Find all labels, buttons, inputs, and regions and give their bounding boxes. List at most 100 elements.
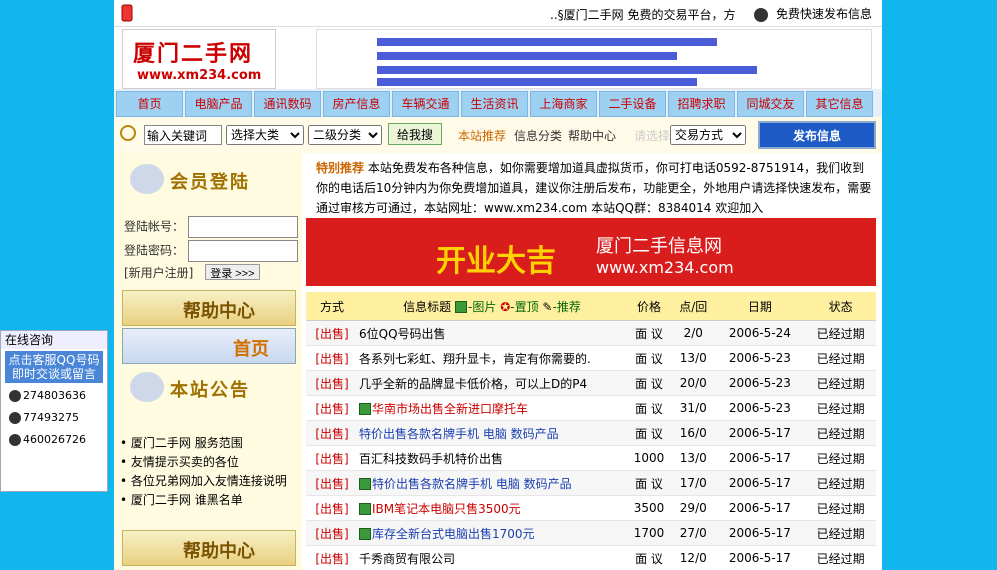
row-title-text: 华南市场出售全新进口摩托车 <box>372 401 529 416</box>
qq-link[interactable]: 77493275 <box>1 407 107 429</box>
table-row[interactable]: [出售] 几乎全新的品牌显卡低价格，可以上D的P4 面 议 20/0 2006-5-23… <box>306 370 876 396</box>
nav-life[interactable]: 生活资讯 <box>461 91 528 117</box>
account-input[interactable] <box>187 216 298 238</box>
row-status: 已经过期 <box>805 445 876 471</box>
row-title[interactable]: 华南市场出售全新进口摩托车 <box>358 395 626 421</box>
row-type-text: [出售] <box>315 401 349 416</box>
nav-shanghai[interactable]: 上海商家 <box>530 91 597 117</box>
qq-icon <box>9 434 21 446</box>
search-button[interactable]: 给我搜 <box>388 123 442 145</box>
notice-item[interactable]: • 各位兄弟网加入友情连接说明 <box>120 472 292 491</box>
table-row[interactable]: [出售] 千秀商贸有限公司 面 议 12/0 2006-5-17 已经过期 <box>306 545 876 570</box>
row-date-text: 2006-5-23 <box>728 401 791 415</box>
register-link[interactable]: [新用户注册] <box>124 266 193 280</box>
qq-icon <box>9 390 21 402</box>
link-categories[interactable]: 信息分类 <box>514 127 562 144</box>
help-center-banner-2[interactable]: 帮助中心 <box>122 530 296 566</box>
row-type-text: [出售] <box>315 351 349 366</box>
notice-item[interactable]: • 厦门二手网 服务范围 <box>120 434 292 453</box>
link-help[interactable]: 帮助中心 <box>568 127 616 144</box>
table-row[interactable]: [出售] IBM笔记本电脑只售3500元 3500 29/0 2006-5-17 已经过期 <box>306 495 876 521</box>
col-hits: 点/回 <box>672 292 715 321</box>
nav-jobs[interactable]: 招聘求职 <box>668 91 735 117</box>
row-status: 已经过期 <box>805 395 876 421</box>
row-hits-text: 12/0 <box>679 551 707 565</box>
row-price: 面 议 <box>626 420 673 446</box>
listing-table: 方式 信息标题 -图片 ✪-置顶 ✎-推荐 价格 点/回 日期 状态 [出售] 6… <box>306 292 876 570</box>
help-center-banner[interactable]: 帮助中心 <box>122 290 296 326</box>
keyword-input[interactable] <box>144 125 222 145</box>
row-date: 2006-5-17 <box>714 495 806 521</box>
recommend-legend-icon: ✎ <box>542 299 553 314</box>
picture-icon <box>359 403 371 415</box>
subcategory-select[interactable]: 二级分类 <box>308 125 382 145</box>
row-hits: 27/0 <box>672 520 715 546</box>
row-title[interactable]: 特价出售各款名牌手机 电脑 数码产品 <box>358 420 626 446</box>
row-type-text: [出售] <box>315 451 349 466</box>
row-price: 面 议 <box>626 545 673 570</box>
password-input[interactable] <box>187 240 298 262</box>
notice-item[interactable]: • 厦门二手网 谁黑名单 <box>120 491 292 510</box>
back-home-banner[interactable]: 首页 <box>122 328 296 364</box>
opening-banner[interactable]: 开业大吉 厦门二手信息网 www.xm234.com <box>306 218 876 286</box>
nav-other[interactable]: 其它信息 <box>806 91 873 117</box>
notice-item[interactable]: • 友情提示买卖的各位 <box>120 453 292 472</box>
table-row[interactable]: [出售] 各系列七彩虹、翔升显卡，肯定有你需要的. 面 议 13/0 2006-5-23… <box>306 345 876 371</box>
row-type-text: [出售] <box>315 376 349 391</box>
row-hits: 16/0 <box>672 420 715 446</box>
nav-dating[interactable]: 同城交友 <box>737 91 804 117</box>
row-hits: 2/0 <box>672 320 715 346</box>
nav-home[interactable]: 首页 <box>116 91 183 117</box>
table-row[interactable]: [出售] 6位QQ号码出售 面 议 2/0 2006-5-24 已经过期 <box>306 320 876 346</box>
row-type-text: [出售] <box>315 426 349 441</box>
nav-computers[interactable]: 电脑产品 <box>185 91 252 117</box>
main-content: 特别推荐 本站免费发布各种信息，如你需要增加道具虚拟货币，你可打电话0592-8… <box>306 152 882 570</box>
top-ad-banner[interactable] <box>316 29 872 89</box>
row-status: 已经过期 <box>805 545 876 570</box>
post-info-button[interactable]: 发布信息 <box>758 121 876 149</box>
row-title[interactable]: 千秀商贸有限公司 <box>358 545 626 570</box>
category-select[interactable]: 选择大类 <box>226 125 304 145</box>
member-login-title: 会员登陆 <box>120 158 290 198</box>
row-status: 已经过期 <box>805 370 876 396</box>
row-hits-text: 31/0 <box>679 401 707 415</box>
nav-equipment[interactable]: 二手设备 <box>599 91 666 117</box>
special-notice: 特别推荐 本站免费发布各种信息，如你需要增加道具虚拟货币，你可打电话0592-8… <box>316 161 872 215</box>
row-title[interactable]: 特价出售各款名牌手机 电脑 数码产品 <box>358 470 626 496</box>
register-row: [新用户注册] 登录 >>> <box>124 264 260 281</box>
row-price: 面 议 <box>626 345 673 371</box>
row-title[interactable]: 几乎全新的品牌显卡低价格，可以上D的P4 <box>358 370 626 396</box>
row-title[interactable]: IBM笔记本电脑只售3500元 <box>358 495 626 521</box>
nav-vehicles[interactable]: 车辆交通 <box>392 91 459 117</box>
trade-type-select[interactable]: 交易方式 <box>670 125 746 145</box>
row-type: [出售] <box>306 320 358 346</box>
quick-publish-link[interactable]: 免费快速发布信息 <box>754 5 872 22</box>
table-row[interactable]: [出售] 特价出售各款名牌手机 电脑 数码产品 面 议 16/0 2006-5-17 已经… <box>306 420 876 446</box>
table-row[interactable]: [出售] 百汇科技数码手机特价出售 1000 13/0 2006-5-17 已经过期 <box>306 445 876 471</box>
row-hits-text: 13/0 <box>679 351 707 365</box>
row-date-text: 2006-5-24 <box>728 326 791 340</box>
table-row[interactable]: [出售] 华南市场出售全新进口摩托车 面 议 31/0 2006-5-23 已经过期 <box>306 395 876 421</box>
nav-realestate[interactable]: 房产信息 <box>323 91 390 117</box>
row-title[interactable]: 库存全新台式电脑出售1700元 <box>358 520 626 546</box>
qq-link[interactable]: 274803636 <box>1 385 107 407</box>
row-type: [出售] <box>306 445 358 471</box>
link-recommend[interactable]: 本站推荐 <box>458 127 506 144</box>
row-title[interactable]: 各系列七彩虹、翔升显卡，肯定有你需要的. <box>358 345 626 371</box>
row-hits-text: 17/0 <box>679 476 707 490</box>
row-title[interactable]: 百汇科技数码手机特价出售 <box>358 445 626 471</box>
site-logo[interactable]: 厦门二手网 www.xm234.com <box>122 29 276 89</box>
row-type-text: [出售] <box>315 526 349 541</box>
table-row[interactable]: [出售] 特价出售各款名牌手机 电脑 数码产品 面 议 17/0 2006-5-17 已经… <box>306 470 876 496</box>
row-status-text: 已经过期 <box>816 376 865 391</box>
row-title[interactable]: 6位QQ号码出售 <box>358 320 626 346</box>
member-icon <box>130 164 164 194</box>
table-row[interactable]: [出售] 库存全新台式电脑出售1700元 1700 27/0 2006-5-17 已经过期 <box>306 520 876 546</box>
row-price-text: 面 议 <box>635 376 663 391</box>
megaphone-icon <box>130 372 164 402</box>
row-hits: 20/0 <box>672 370 715 396</box>
login-button[interactable]: 登录 >>> <box>205 264 260 280</box>
row-status-text: 已经过期 <box>816 451 865 466</box>
nav-digital[interactable]: 通讯数码 <box>254 91 321 117</box>
qq-link[interactable]: 460026726 <box>1 429 107 451</box>
